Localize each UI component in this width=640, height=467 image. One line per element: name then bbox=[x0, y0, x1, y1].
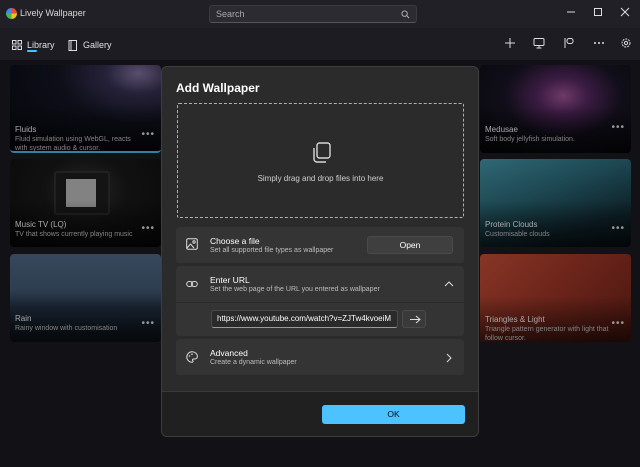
dialog-footer: OK bbox=[162, 391, 478, 436]
title-bar: Lively Wallpaper Search bbox=[0, 0, 640, 28]
tab-library-label: Library bbox=[27, 40, 55, 50]
advanced-option[interactable]: Advanced Create a dynamic wallpaper bbox=[176, 339, 464, 375]
minimize-icon[interactable] bbox=[564, 5, 578, 19]
url-input[interactable]: https://www.youtube.com/watch?v=ZJTw4kvo… bbox=[211, 310, 398, 328]
grid-icon bbox=[12, 40, 22, 50]
dialog-title: Add Wallpaper bbox=[176, 81, 260, 95]
enter-url-title: Enter URL bbox=[210, 275, 250, 285]
search-input[interactable]: Search bbox=[209, 5, 417, 23]
link-icon bbox=[186, 281, 198, 287]
go-button[interactable] bbox=[402, 310, 426, 328]
more-icon[interactable] bbox=[592, 36, 606, 50]
add-wallpaper-dialog: Add Wallpaper Simply drag and drop files… bbox=[161, 66, 479, 437]
app-logo-icon bbox=[6, 8, 17, 19]
arrow-right-icon bbox=[410, 315, 421, 324]
monitor-icon[interactable] bbox=[532, 36, 546, 50]
add-icon[interactable] bbox=[503, 36, 517, 50]
choose-file-description: Set all supported file types as wallpape… bbox=[210, 247, 334, 254]
image-file-icon bbox=[186, 238, 198, 250]
book-icon bbox=[68, 39, 77, 51]
control-panel-icon[interactable] bbox=[561, 36, 575, 50]
palette-icon bbox=[186, 351, 198, 363]
tab-gallery-label: Gallery bbox=[83, 40, 112, 50]
search-placeholder: Search bbox=[216, 9, 245, 19]
advanced-title: Advanced bbox=[210, 348, 248, 358]
open-button[interactable]: Open bbox=[367, 236, 453, 254]
enter-url-option: Enter URL Set the web page of the URL yo… bbox=[176, 266, 464, 336]
copy-files-icon bbox=[313, 142, 331, 163]
settings-gear-icon[interactable] bbox=[619, 36, 633, 50]
advanced-description: Create a dynamic wallpaper bbox=[210, 359, 297, 366]
enter-url-description: Set the web page of the URL you entered … bbox=[210, 286, 380, 293]
ok-button[interactable]: OK bbox=[322, 405, 465, 424]
chevron-up-icon[interactable] bbox=[444, 281, 454, 287]
url-input-row: https://www.youtube.com/watch?v=ZJTw4kvo… bbox=[176, 303, 464, 336]
choose-file-option: Choose a file Set all supported file typ… bbox=[176, 227, 464, 263]
close-icon[interactable] bbox=[618, 5, 632, 19]
maximize-icon[interactable] bbox=[591, 5, 605, 19]
drop-zone[interactable]: Simply drag and drop files into here bbox=[177, 103, 464, 218]
drop-zone-text: Simply drag and drop files into here bbox=[257, 174, 384, 183]
active-tab-indicator bbox=[27, 50, 37, 52]
chevron-right-icon bbox=[446, 353, 452, 363]
tab-gallery[interactable]: Gallery bbox=[68, 37, 112, 53]
search-icon bbox=[401, 10, 410, 19]
choose-file-title: Choose a file bbox=[210, 236, 260, 246]
app-title: Lively Wallpaper bbox=[20, 8, 86, 18]
